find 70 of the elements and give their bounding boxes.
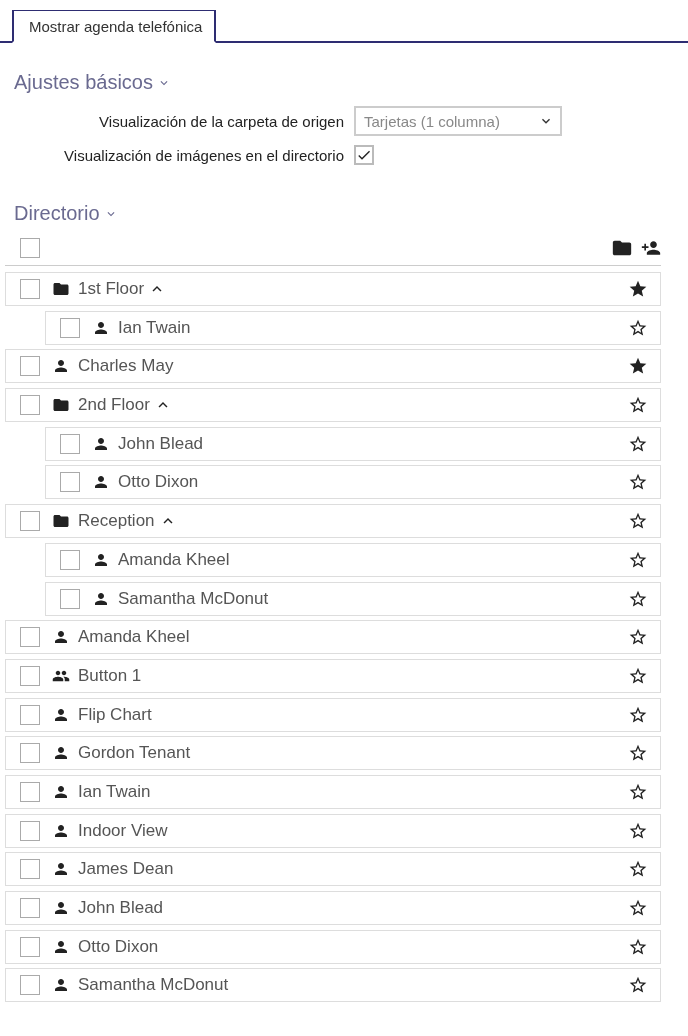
checkbox[interactable] bbox=[60, 317, 80, 338]
directory-row[interactable]: Flip Chart bbox=[5, 697, 661, 732]
entry-name[interactable]: Charles May bbox=[78, 356, 174, 377]
directory-row[interactable]: Indoor View bbox=[5, 813, 661, 848]
directory-row[interactable]: 2nd Floor bbox=[5, 388, 661, 423]
directory-row[interactable]: Amanda Kheel bbox=[45, 542, 661, 577]
add-person-icon[interactable] bbox=[641, 238, 661, 258]
entry-name[interactable]: Amanda Kheel bbox=[78, 627, 190, 648]
entry-name[interactable]: Otto Dixon bbox=[78, 936, 159, 957]
entry-name[interactable]: John Blead bbox=[78, 898, 164, 918]
entry-name[interactable]: Amanda Kheel bbox=[118, 549, 230, 570]
directory-row[interactable]: Otto Dixon bbox=[5, 929, 661, 964]
entry-name[interactable]: Otto Dixon bbox=[118, 472, 199, 493]
checkbox[interactable] bbox=[60, 588, 80, 609]
checkbox[interactable] bbox=[20, 743, 40, 764]
checkbox[interactable] bbox=[20, 898, 40, 918]
checkbox[interactable] bbox=[20, 859, 40, 880]
checkbox[interactable] bbox=[20, 704, 40, 725]
directory-row[interactable]: Ian Twain bbox=[5, 774, 661, 809]
checkbox[interactable] bbox=[60, 433, 80, 454]
star-icon[interactable] bbox=[628, 279, 648, 299]
directory-row[interactable]: Ian Twain bbox=[45, 310, 661, 345]
checkbox[interactable] bbox=[20, 665, 40, 686]
entry-name[interactable]: 2nd Floor bbox=[78, 395, 150, 416]
entry-name[interactable]: Reception bbox=[78, 511, 155, 532]
checkbox[interactable] bbox=[20, 395, 40, 416]
entry-name[interactable]: John Blead bbox=[118, 433, 204, 454]
entry-name[interactable]: Ian Twain bbox=[78, 781, 151, 802]
checkbox[interactable] bbox=[20, 781, 40, 802]
setting-label: Visualización de imágenes en el directorio bbox=[63, 146, 345, 164]
entry-name[interactable]: Flip Chart bbox=[78, 704, 152, 725]
entry-name[interactable]: Samantha McDonut bbox=[78, 975, 229, 996]
directory-row[interactable]: Samantha McDonut bbox=[45, 581, 661, 616]
checkbox[interactable] bbox=[20, 511, 40, 532]
star-outline-icon[interactable] bbox=[628, 898, 648, 918]
checkbox[interactable] bbox=[20, 279, 40, 299]
directory-row[interactable]: John Blead bbox=[5, 891, 661, 925]
directory-row[interactable]: Button 1 bbox=[5, 658, 661, 693]
entry-name[interactable]: Ian Twain bbox=[118, 317, 191, 338]
directory-row[interactable]: Otto Dixon bbox=[45, 465, 661, 500]
entry-name[interactable]: Samantha McDonut bbox=[118, 588, 269, 609]
section-title[interactable]: Ajustes básicos bbox=[14, 71, 153, 94]
checkbox[interactable] bbox=[20, 356, 40, 377]
entry-name[interactable]: 1st Floor bbox=[78, 279, 145, 299]
select-all-checkbox[interactable] bbox=[20, 238, 40, 258]
entry-name[interactable]: Gordon Tenant bbox=[78, 743, 191, 764]
setting-label: Visualización de la carpeta de origen bbox=[98, 112, 345, 130]
tab[interactable]: Mostrar agenda telefónica bbox=[12, 10, 217, 43]
person-icon bbox=[52, 899, 70, 917]
checkbox[interactable] bbox=[20, 975, 40, 996]
directory-row[interactable]: John Blead bbox=[45, 426, 661, 461]
checkbox[interactable] bbox=[60, 472, 80, 493]
select-field[interactable]: Tarjetas (1 columna) bbox=[354, 106, 562, 136]
checkbox[interactable] bbox=[60, 549, 80, 570]
section-title[interactable]: Directorio bbox=[14, 202, 100, 225]
directory-row[interactable]: 1st Floor bbox=[5, 272, 661, 306]
entry-name[interactable]: Button 1 bbox=[78, 665, 142, 686]
checkbox[interactable] bbox=[20, 627, 40, 648]
folder-icon bbox=[52, 280, 70, 298]
directory-row[interactable]: Samantha McDonut bbox=[5, 968, 661, 1003]
directory-row[interactable]: Reception bbox=[5, 504, 661, 539]
checkbox[interactable] bbox=[354, 145, 374, 165]
directory-row[interactable]: Amanda Kheel bbox=[5, 620, 661, 655]
entry-name[interactable]: Indoor View bbox=[78, 820, 168, 841]
entry-name[interactable]: James Dean bbox=[78, 859, 174, 880]
checkbox[interactable] bbox=[20, 936, 40, 957]
directory-row[interactable]: James Dean bbox=[5, 852, 661, 887]
directory-row[interactable]: Gordon Tenant bbox=[5, 736, 661, 771]
directory-row[interactable]: Charles May bbox=[5, 349, 661, 384]
checkbox[interactable] bbox=[20, 820, 40, 841]
